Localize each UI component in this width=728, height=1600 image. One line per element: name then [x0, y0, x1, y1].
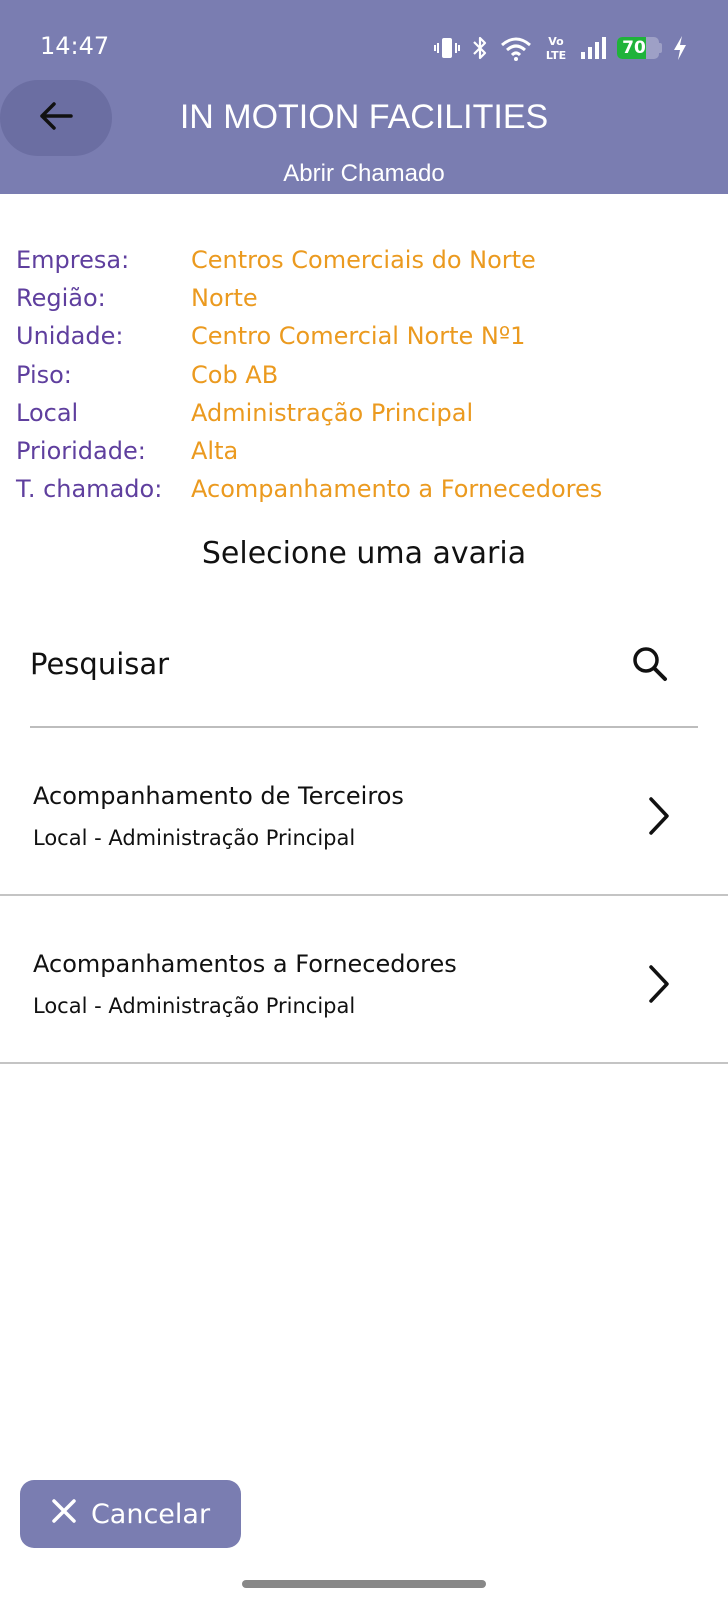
bluetooth-icon — [471, 34, 489, 62]
info-value: Acompanhamento a Fornecedores — [191, 475, 603, 504]
info-label: T. chamado: — [16, 475, 163, 504]
info-label: Prioridade: — [16, 437, 146, 466]
list-item-title: Acompanhamento de Terceiros — [33, 782, 404, 810]
battery-level: 70 — [622, 38, 646, 58]
info-value: Centros Comerciais do Norte — [191, 246, 536, 275]
cancel-button[interactable]: Cancelar — [20, 1480, 241, 1548]
info-label: Piso: — [16, 360, 72, 389]
battery-icon: 70 — [617, 37, 662, 59]
info-value: Administração Principal — [191, 398, 474, 427]
info-row-tipo-chamado: T. chamado: Acompanhamento a Fornecedore… — [16, 470, 602, 508]
info-value: Centro Comercial Norte Nº1 — [191, 322, 526, 351]
charging-icon — [672, 35, 688, 61]
page-subtitle: Abrir Chamado — [283, 160, 445, 187]
list-item-subtitle: Local - Administração Principal — [33, 994, 356, 1018]
home-indicator[interactable] — [242, 1580, 486, 1588]
chevron-right-icon — [646, 964, 672, 1008]
signal-icon — [579, 35, 607, 61]
info-row-empresa: Empresa: Centros Comerciais do Norte — [16, 241, 602, 279]
list-item[interactable]: Acompanhamento de Terceiros Local - Admi… — [0, 728, 728, 896]
list-item-subtitle: Local - Administração Principal — [33, 826, 356, 850]
info-label: Unidade: — [16, 322, 124, 351]
search-bar — [30, 630, 698, 728]
volte-icon: Vo LTE — [543, 33, 569, 63]
volte-label-top: Vo — [548, 35, 564, 48]
info-value: Cob AB — [191, 360, 279, 389]
chevron-right-icon — [646, 796, 672, 840]
volte-label-bottom: LTE — [546, 49, 566, 62]
info-row-local: Local Administração Principal — [16, 394, 602, 432]
fault-list: Acompanhamento de Terceiros Local - Admi… — [0, 728, 728, 1064]
info-label: Local — [16, 398, 79, 427]
app-header: 14:47 Vo LTE 70 IN MOTION FACILITIES Abr… — [0, 0, 728, 194]
info-label: Região: — [16, 284, 106, 313]
status-icons: Vo LTE 70 — [433, 30, 688, 66]
list-item-title: Acompanhamentos a Fornecedores — [33, 950, 457, 978]
ticket-info: Empresa: Centros Comerciais do Norte Reg… — [16, 241, 602, 508]
info-value: Norte — [191, 284, 258, 313]
close-icon — [51, 1498, 77, 1531]
status-time: 14:47 — [40, 32, 110, 60]
info-value: Alta — [191, 437, 239, 466]
section-title: Selecione uma avaria — [201, 536, 527, 571]
wifi-icon — [499, 34, 533, 62]
info-row-prioridade: Prioridade: Alta — [16, 432, 602, 470]
search-input[interactable] — [30, 636, 590, 692]
search-icon[interactable] — [630, 644, 670, 688]
info-row-regiao: Região: Norte — [16, 279, 602, 317]
cancel-label: Cancelar — [90, 1498, 211, 1530]
list-item[interactable]: Acompanhamentos a Fornecedores Local - A… — [0, 896, 728, 1064]
vibrate-icon — [433, 34, 461, 62]
info-label: Empresa: — [16, 246, 130, 275]
battery-tip — [659, 43, 662, 53]
info-row-piso: Piso: Cob AB — [16, 356, 602, 394]
app-title: IN MOTION FACILITIES — [179, 98, 549, 136]
battery-body: 70 — [617, 37, 659, 59]
info-row-unidade: Unidade: Centro Comercial Norte Nº1 — [16, 317, 602, 355]
